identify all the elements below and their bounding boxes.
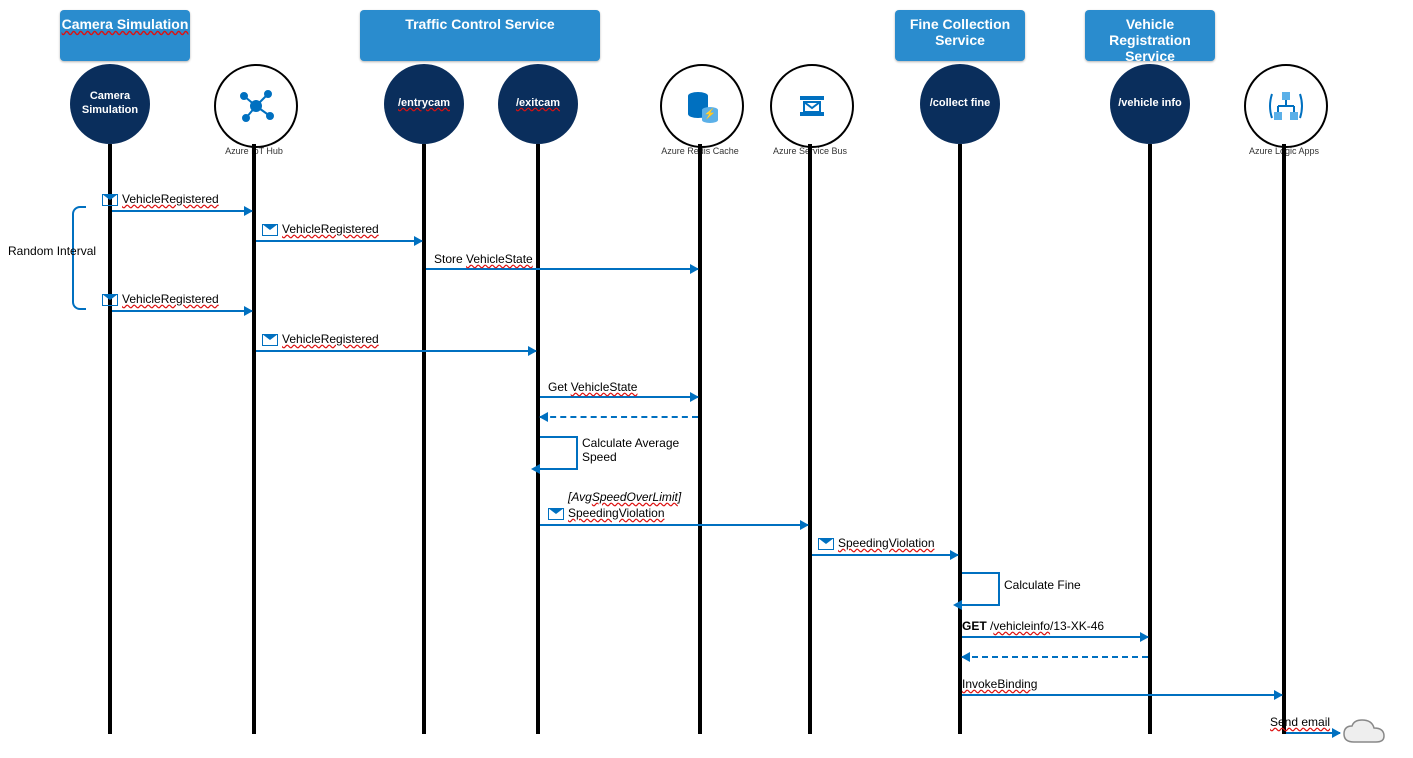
lifeline-servicebus [808, 144, 812, 734]
service-traffic: Traffic Control Service [360, 10, 600, 61]
lifeline-logicapps [1282, 144, 1286, 734]
lifeline-redis [698, 144, 702, 734]
service-camera: Camera Simulation [60, 10, 190, 61]
lbl-speeding-2: SpeedingViolation [818, 536, 935, 550]
msg-speeding-1 [540, 524, 808, 526]
node-entrycam-label: /entrycam [398, 97, 450, 111]
node-servicebus [770, 64, 854, 148]
msg-get-state-return [540, 416, 698, 418]
lifeline-iothub [252, 144, 256, 734]
msg-speeding-2 [812, 554, 958, 556]
lbl-vehreg-4: VehicleRegistered [262, 332, 379, 346]
msg-invokebinding [962, 694, 1282, 696]
lbl-invokebinding: InvokeBinding [962, 677, 1037, 691]
service-vehicle-title: Vehicle Registration Service [1109, 16, 1191, 64]
node-exitcam-label: /exitcam [516, 97, 560, 111]
node-collectfine-label: /collect fine [930, 97, 991, 111]
interval-brace [72, 206, 86, 310]
msg-vehreg-3 [112, 310, 252, 312]
cloud-icon [1340, 716, 1390, 753]
node-collectfine: /collect fine [920, 64, 1000, 144]
msg-get-vehicle [962, 636, 1148, 638]
lbl-store-state: Store Store VehicleStateVehicleState [434, 252, 533, 266]
lbl-avgspeed: Calculate Average Speed [582, 436, 692, 464]
service-camera-title: Camera Simulation [62, 16, 189, 32]
service-traffic-title: Traffic Control Service [405, 16, 554, 32]
service-fine-title: Fine Collection Service [910, 16, 1010, 48]
lifeline-vehicleinfo [1148, 144, 1152, 734]
msg-store-state [426, 268, 698, 270]
msg-sendemail [1286, 732, 1340, 734]
node-vehicleinfo: /vehicle info [1110, 64, 1190, 144]
lbl-get-vehicle: GET /vehicleinfo/13-XK-46GET /vehicleinf… [962, 619, 1104, 633]
interval-text: Random Interval [8, 244, 96, 258]
lifeline-camera [108, 144, 112, 734]
node-logicapps [1244, 64, 1328, 148]
lbl-get-state: Get VehicleStateGet VehicleState [548, 380, 637, 394]
node-iothub [214, 64, 298, 148]
lbl-sendemail: Send email [1270, 715, 1330, 729]
msg-vehreg-1 [112, 210, 252, 212]
msg-vehreg-4 [256, 350, 536, 352]
node-camera-sim: Camera Simulation [70, 64, 150, 144]
service-fine: Fine Collection Service [895, 10, 1025, 61]
lbl-vehreg-2: VehicleRegistered [262, 222, 379, 236]
svg-text:⚡: ⚡ [704, 107, 716, 120]
node-exitcam: /exitcam [498, 64, 578, 144]
lbl-vehreg-1: VehicleRegistered [102, 192, 219, 206]
selfloop-avgspeed [540, 436, 578, 470]
lbl-guard: [AvgSpeedOverLimit][AvgSpeedOverLimit] [568, 490, 681, 504]
msg-vehreg-2 [256, 240, 422, 242]
node-vehicleinfo-label: /vehicle info [1118, 97, 1182, 111]
lbl-calcfine: Calculate Fine [1004, 578, 1081, 592]
node-entrycam: /entrycam [384, 64, 464, 144]
service-vehicle: Vehicle Registration Service [1085, 10, 1215, 61]
lbl-vehreg-3: VehicleRegistered [102, 292, 219, 306]
msg-get-vehicle-return [962, 656, 1148, 658]
lifeline-collectfine [958, 144, 962, 734]
msg-get-state [540, 396, 698, 398]
node-camera-label: Camera Simulation [70, 90, 150, 118]
lifeline-entrycam [422, 144, 426, 734]
lbl-speeding-1: SpeedingViolation [548, 506, 665, 520]
selfloop-calcfine [962, 572, 1000, 606]
node-redis: ⚡ [660, 64, 744, 148]
